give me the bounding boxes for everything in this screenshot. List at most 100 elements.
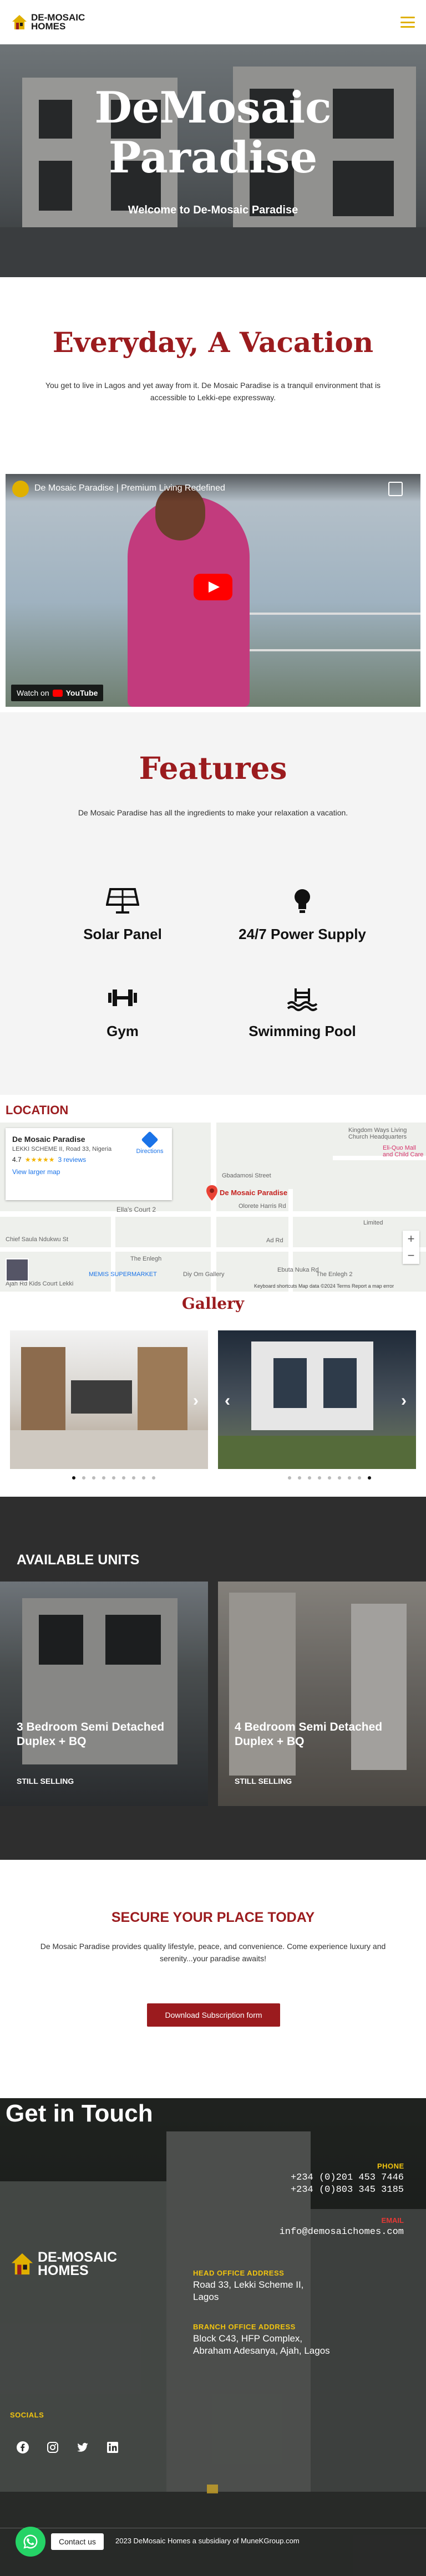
gallery-dot[interactable]	[308, 1476, 311, 1480]
social-links	[16, 2440, 120, 2455]
directions-icon	[141, 1131, 159, 1149]
footer-logo-line-2: HOMES	[38, 2263, 89, 2278]
youtube-brand: YouTube	[65, 688, 98, 697]
gallery-dot[interactable]	[358, 1476, 361, 1480]
solar-panel-icon	[105, 887, 140, 915]
gallery-dot[interactable]	[288, 1476, 291, 1480]
map-pin-label: De Mosaic Paradise	[220, 1188, 288, 1197]
copy-link-icon[interactable]	[388, 482, 403, 496]
copyright-text: 2023 DeMosaic Homes a subsidiary of Mune…	[115, 2537, 300, 2545]
map-rating: 4.7	[12, 1156, 22, 1164]
channel-avatar[interactable]	[12, 481, 29, 497]
play-button[interactable]	[194, 574, 232, 600]
map-label: Eli-Quo Mall and Child Care	[383, 1145, 424, 1158]
whatsapp-button[interactable]	[16, 2527, 45, 2557]
twitter-icon[interactable]	[75, 2440, 90, 2455]
intro-text: You get to live in Lagos and yet away fr…	[45, 381, 381, 402]
gallery-dot[interactable]	[82, 1476, 85, 1480]
map-info-card: De Mosaic Paradise LEKKI SCHEME II, Road…	[6, 1128, 172, 1200]
gallery-prev-icon[interactable]: ‹	[225, 1391, 230, 1410]
unit-card-4-bedroom[interactable]: 4 Bedroom Semi Detached Duplex + BQ STIL…	[218, 1582, 426, 1806]
gallery-dot[interactable]	[338, 1476, 341, 1480]
bulb-icon	[286, 887, 319, 915]
instagram-icon[interactable]	[45, 2440, 60, 2455]
email-link[interactable]: info@demosaichomes.com	[265, 2226, 404, 2238]
map-label: Diy Om Gallery	[183, 1271, 225, 1278]
download-subscription-button[interactable]: Download Subscription form	[147, 2003, 280, 2027]
zoom-in-button[interactable]: +	[403, 1231, 419, 1247]
map-embed[interactable]: Kingdom Ways Living Church Headquarters …	[0, 1123, 426, 1292]
email-label: EMAIL	[381, 2216, 404, 2225]
contact-title: Get in Touch	[6, 2100, 153, 2127]
zoom-out-button[interactable]: −	[403, 1247, 419, 1264]
map-larger-link[interactable]: View larger map	[12, 1168, 165, 1176]
feature-label: Solar Panel	[83, 926, 162, 942]
unit-card-3-bedroom[interactable]: 3 Bedroom Semi Detached Duplex + BQ STIL…	[0, 1582, 208, 1806]
facebook-icon[interactable]	[16, 2440, 30, 2455]
features-text: De Mosaic Paradise has all the ingredien…	[78, 808, 348, 817]
map-reviews-link[interactable]: 3 reviews	[58, 1156, 86, 1164]
hero-subtitle: Welcome to De-Mosaic Paradise	[128, 204, 298, 216]
head-office-line-1: Road 33, Lekki Scheme II,	[193, 2279, 304, 2290]
site-logo[interactable]: DE-MOSAIC HOMES	[11, 13, 85, 31]
gallery-next-icon[interactable]: ›	[193, 1391, 199, 1410]
gallery-dot[interactable]	[112, 1476, 115, 1480]
secure-title: SECURE YOUR PLACE TODAY	[111, 1910, 315, 1925]
video-title[interactable]: De Mosaic Paradise | Premium Living Rede…	[34, 483, 225, 493]
feature-power-supply: 24/7 Power Supply	[219, 887, 386, 943]
map-pin-icon[interactable]	[206, 1185, 217, 1201]
features-title: Features	[139, 750, 287, 786]
gallery-title: Gallery	[181, 1294, 245, 1313]
hero-title: DeMosaic Paradise	[94, 83, 332, 183]
phone-2[interactable]: +234 (0)803 345 3185	[280, 2184, 404, 2196]
gallery-slide-courtyard[interactable]: ‹ ›	[218, 1330, 416, 1469]
gallery-dot[interactable]	[318, 1476, 321, 1480]
rating-stars-icon: ★★★★★	[24, 1156, 55, 1164]
unit-status: STILL SELLING	[235, 1777, 292, 1786]
map-layers-thumbnail[interactable]	[6, 1258, 29, 1282]
video-player[interactable]: De Mosaic Paradise | Premium Living Rede…	[6, 474, 420, 707]
gallery-dot[interactable]	[72, 1476, 75, 1480]
gallery-dot[interactable]	[298, 1476, 301, 1480]
site-header: DE-MOSAIC HOMES	[0, 0, 426, 44]
head-office-line-2: Lagos	[193, 2292, 219, 2302]
map-label: Kingdom Ways Living Church Headquarters	[348, 1127, 407, 1140]
gallery-dot[interactable]	[132, 1476, 135, 1480]
map-label: Ebuta Nuka Rd	[277, 1267, 319, 1273]
linkedin-icon[interactable]	[105, 2440, 120, 2455]
contact-us-button[interactable]: Contact us	[51, 2533, 104, 2550]
logo-line-2: HOMES	[31, 21, 66, 32]
gallery-slide-kitchen[interactable]: ›	[10, 1330, 208, 1469]
head-office-label: HEAD OFFICE ADDRESS	[193, 2269, 285, 2277]
secure-text: De Mosaic Paradise provides quality life…	[40, 1942, 386, 1963]
zoom-controls: + −	[403, 1231, 419, 1264]
phone-1[interactable]: +234 (0)201 453 7446	[280, 2172, 404, 2184]
gallery-dot[interactable]	[328, 1476, 331, 1480]
branch-office-label: BRANCH OFFICE ADDRESS	[193, 2323, 296, 2331]
gallery-dot[interactable]	[122, 1476, 125, 1480]
gallery-next-icon[interactable]: ›	[401, 1391, 407, 1410]
feature-swimming-pool: Swimming Pool	[219, 984, 386, 1040]
hero-section: DeMosaic Paradise Welcome to De-Mosaic P…	[0, 44, 426, 277]
map-label: Chief Saula Ndukwu St	[6, 1236, 69, 1243]
gallery-dot[interactable]	[152, 1476, 155, 1480]
map-label: The Enlegh 2	[316, 1271, 353, 1278]
directions-button[interactable]: Directions	[133, 1131, 166, 1155]
gallery-dot[interactable]	[348, 1476, 351, 1480]
map-label: Limited	[363, 1220, 383, 1226]
menu-icon[interactable]	[400, 17, 415, 28]
footer-logo[interactable]: DE-MOSAIC HOMES	[10, 2249, 118, 2278]
unit-status: STILL SELLING	[17, 1777, 74, 1786]
pool-icon	[286, 984, 319, 1012]
gallery-dot[interactable]	[92, 1476, 95, 1480]
logo-mark-icon	[10, 2252, 34, 2276]
dumbbell-icon	[106, 984, 139, 1012]
gallery-dots-left	[72, 1476, 155, 1480]
gallery-dot[interactable]	[102, 1476, 105, 1480]
gallery-dot[interactable]	[368, 1476, 371, 1480]
gallery-dot[interactable]	[142, 1476, 145, 1480]
units-title: AVAILABLE UNITS	[17, 1552, 140, 1568]
map-label: Olorete Harris Rd	[239, 1203, 286, 1210]
watch-on-youtube[interactable]: Watch on YouTube	[11, 685, 104, 701]
footer-logo-line-1: DE-MOSAIC	[38, 2249, 118, 2265]
